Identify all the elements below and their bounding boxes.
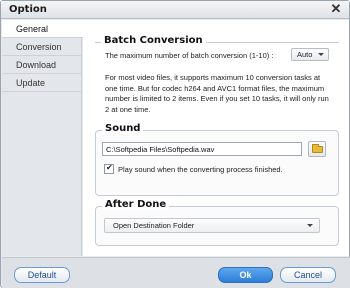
sidebar-item-general[interactable]: General	[2, 20, 83, 38]
max-batch-select[interactable]: Auto	[291, 48, 329, 61]
max-batch-value: Auto	[297, 50, 313, 59]
general-panel: Batch Conversion The maximum number of b…	[83, 20, 349, 256]
after-done-group: After Done Open Destination Folder	[95, 199, 339, 246]
sidebar-item-download[interactable]: Download	[2, 56, 82, 74]
batch-conversion-group: Batch Conversion The maximum number of b…	[95, 35, 339, 122]
batch-description: For most video files, it supports maximu…	[105, 73, 329, 114]
chevron-down-icon	[318, 53, 324, 56]
max-batch-label: The maximum number of batch conversion (…	[105, 51, 274, 60]
close-icon[interactable]: ✕	[329, 2, 343, 16]
after-done-title: After Done	[102, 199, 170, 210]
window-title: Option	[9, 4, 47, 15]
default-button[interactable]: Default	[14, 267, 70, 283]
browse-folder-button[interactable]	[308, 141, 326, 157]
ok-button[interactable]: Ok	[218, 267, 273, 283]
sound-group: Sound Play sound when the converting pro…	[95, 123, 339, 196]
chevron-down-icon	[307, 224, 313, 227]
play-sound-checkbox[interactable]	[104, 163, 114, 174]
option-dialog: Option ✕ General Conversion Download Upd…	[0, 0, 350, 288]
sound-title: Sound	[102, 123, 144, 134]
after-done-select[interactable]: Open Destination Folder	[104, 218, 320, 233]
after-done-value: Open Destination Folder	[113, 221, 195, 230]
cancel-button[interactable]: Cancel	[280, 267, 336, 283]
title-bar[interactable]: Option ✕	[1, 1, 349, 19]
sidebar-item-conversion[interactable]: Conversion	[2, 38, 82, 56]
dialog-footer: Default Ok Cancel	[2, 257, 350, 288]
sound-path-input[interactable]	[102, 142, 302, 156]
batch-conversion-title: Batch Conversion	[101, 35, 206, 46]
play-sound-label: Play sound when the converting process f…	[118, 165, 283, 174]
sidebar-item-update[interactable]: Update	[2, 74, 82, 92]
sidebar: General Conversion Download Update	[2, 20, 83, 256]
folder-icon	[312, 144, 323, 153]
